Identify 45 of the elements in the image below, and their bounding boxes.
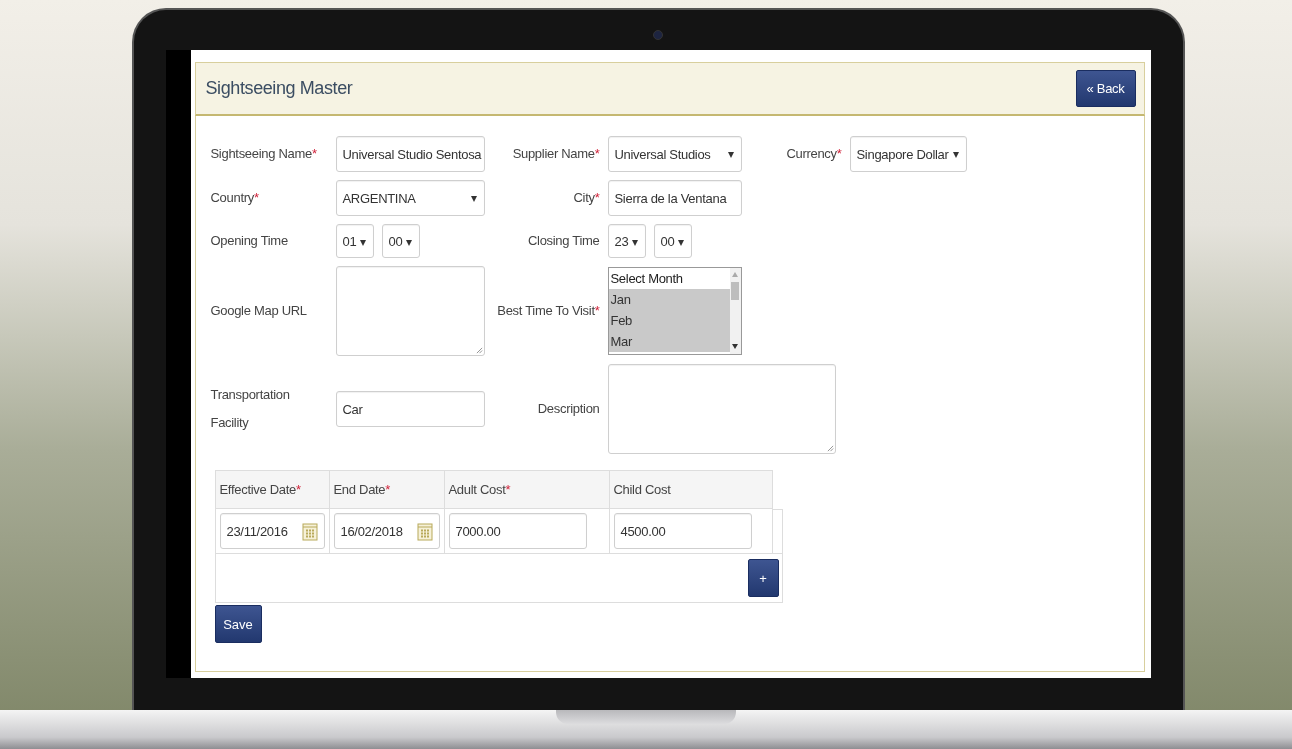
text-field[interactable]: Car — [335, 391, 485, 427]
text-field[interactable]: Universal Studio Sentosa — [335, 136, 485, 172]
column-header: Effective Date* — [219, 482, 301, 497]
field-label: Best Time To Visit* — [497, 303, 600, 318]
back-button[interactable]: « Back — [1075, 70, 1136, 107]
column-header: Adult Cost* — [448, 482, 511, 497]
hour-dropdown[interactable]: 01 — [335, 224, 374, 258]
hour-dropdown[interactable]: 23 — [607, 224, 646, 258]
text-field[interactable]: Sierra de la Ventana — [607, 180, 742, 216]
save-button[interactable]: Save — [214, 605, 262, 643]
dropdown-field[interactable]: Singapore Dollar — [849, 136, 967, 172]
field-label: Transportation Facility — [210, 387, 290, 430]
field-label: Closing Time — [527, 233, 600, 248]
field-label: Google Map URL — [210, 303, 307, 318]
textarea-field[interactable] — [607, 364, 836, 454]
resize-grip-icon[interactable] — [475, 347, 483, 354]
date-field[interactable]: 23/11/2016 — [219, 513, 325, 549]
minute-dropdown[interactable]: 00 — [653, 224, 692, 258]
field-label: Currency* — [786, 146, 842, 161]
field-label: Country* — [210, 190, 259, 205]
resize-grip-icon[interactable] — [826, 445, 834, 452]
calendar-icon[interactable] — [416, 521, 433, 541]
listbox-option[interactable]: Jan — [608, 289, 730, 310]
dropdown-field[interactable]: Universal Studios — [607, 136, 742, 172]
date-field[interactable]: 16/02/2018 — [333, 513, 440, 549]
field-label: Opening Time — [210, 233, 288, 248]
panel-title: Sightseeing Master — [205, 78, 353, 99]
column-header: End Date* — [333, 482, 391, 497]
month-listbox[interactable]: Select Month Jan Feb Mar — [607, 267, 742, 355]
camera-dot — [653, 30, 663, 40]
field-label: City* — [573, 190, 600, 205]
cost-field[interactable]: 7000.00 — [448, 513, 587, 549]
listbox-option[interactable]: Feb — [608, 310, 730, 331]
calendar-icon[interactable] — [301, 521, 318, 541]
field-label: Description — [537, 401, 600, 416]
add-row-button[interactable]: + — [747, 559, 779, 597]
column-header: Child Cost — [613, 482, 671, 497]
field-label: Supplier Name* — [512, 146, 600, 161]
field-label: Sightseeing Name* — [210, 146, 317, 161]
scrollbar[interactable] — [729, 268, 741, 354]
textarea-field[interactable] — [335, 266, 485, 356]
cost-field[interactable]: 4500.00 — [613, 513, 752, 549]
listbox-option[interactable]: Mar — [608, 331, 730, 352]
dropdown-field[interactable]: ARGENTINA — [335, 180, 485, 216]
minute-dropdown[interactable]: 00 — [381, 224, 420, 258]
